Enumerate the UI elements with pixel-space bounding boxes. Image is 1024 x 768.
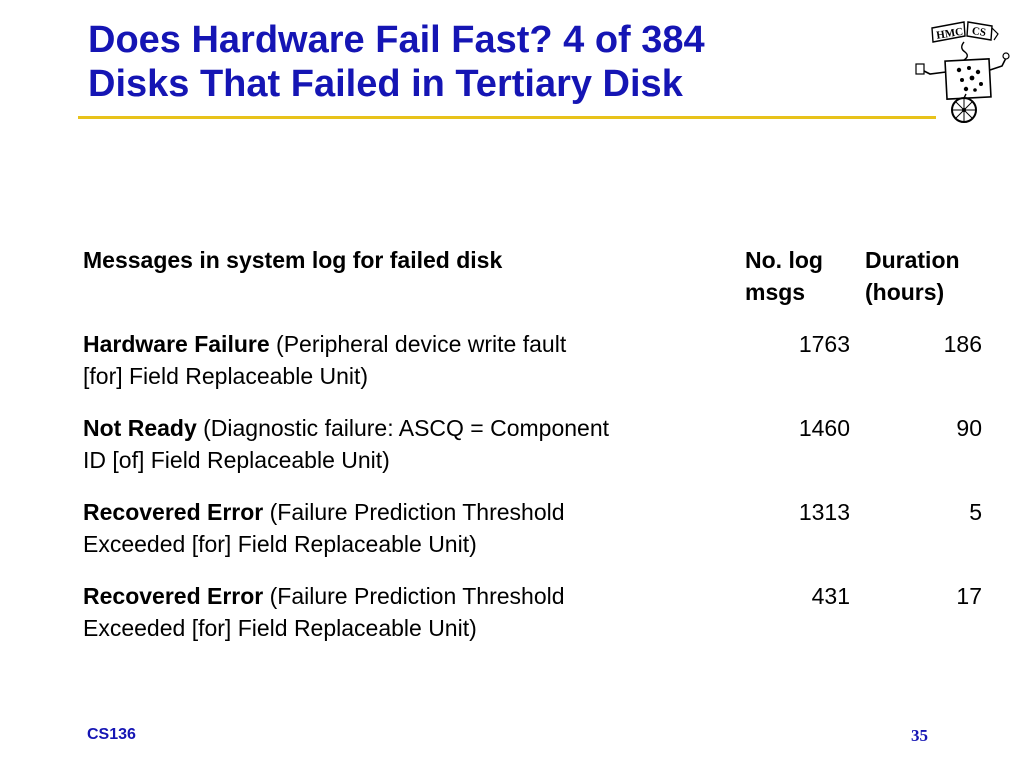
row-message: Recovered Error (Failure Prediction Thre… — [83, 580, 743, 644]
row-message-line-1: Recovered Error (Failure Prediction Thre… — [83, 580, 743, 612]
logo-sign-right-text: CS — [971, 25, 987, 39]
slide-title: Does Hardware Fail Fast? 4 of 384 Disks … — [88, 18, 888, 106]
row-message: Recovered Error (Failure Prediction Thre… — [83, 496, 743, 560]
row-message-type: Recovered Error — [83, 499, 264, 525]
title-line-1: Does Hardware Fail Fast? 4 of 384 — [88, 19, 705, 61]
row-duration: 90 — [956, 415, 982, 441]
row-duration: 5 — [969, 499, 982, 525]
slide: Does Hardware Fail Fast? 4 of 384 Disks … — [0, 0, 1024, 768]
header-message: Messages in system log for failed disk — [83, 247, 503, 273]
header-dur-line-2: (hours) — [865, 279, 945, 305]
footer-page-number: 35 — [911, 726, 928, 745]
row-message-line-2: Exceeded [for] Field Replaceable Unit) — [83, 615, 477, 641]
failure-log-table: Messages in system log for failed disk N… — [83, 244, 983, 664]
hmc-cs-logo: HMC CS — [915, 21, 1010, 123]
row-message-type: Not Ready — [83, 415, 197, 441]
row-message-line-1: Hardware Failure (Peripheral device writ… — [83, 328, 743, 360]
footer-course-label: CS136 — [87, 726, 136, 743]
table-row: Recovered Error (Failure Prediction Thre… — [83, 496, 983, 580]
row-num-msgs: 1763 — [798, 331, 850, 357]
row-duration: 186 — [943, 331, 982, 357]
row-message-line-2: Exceeded [for] Field Replaceable Unit) — [83, 531, 477, 557]
row-message-detail: (Diagnostic failure: ASCQ = Component — [196, 415, 610, 441]
title-line-2: Disks That Failed in Tertiary Disk — [88, 63, 683, 105]
logo-sign-left: HMC — [931, 21, 966, 43]
row-message-detail: (Failure Prediction Threshold — [263, 499, 565, 525]
row-duration: 17 — [956, 583, 982, 609]
logo-sign-right: CS — [966, 21, 999, 41]
row-num-msgs: 1460 — [798, 415, 850, 441]
row-message-type: Recovered Error — [83, 583, 264, 609]
row-message-line-2: ID [of] Field Replaceable Unit) — [83, 447, 390, 473]
table-header-row: Messages in system log for failed disk N… — [83, 244, 983, 308]
row-message-detail: (Failure Prediction Threshold — [263, 583, 565, 609]
row-message-type: Hardware Failure — [83, 331, 270, 357]
title-divider — [78, 116, 936, 119]
row-message: Not Ready (Diagnostic failure: ASCQ = Co… — [83, 412, 743, 476]
row-message-line-2: [for] Field Replaceable Unit) — [83, 363, 369, 389]
table-row: Hardware Failure (Peripheral device writ… — [83, 328, 983, 412]
header-num-line-1: No. log — [745, 247, 823, 273]
header-duration: Duration (hours) — [865, 244, 985, 308]
table-row: Not Ready (Diagnostic failure: ASCQ = Co… — [83, 412, 983, 496]
header-num-log-msgs: No. log msgs — [745, 244, 855, 308]
header-num-line-2: msgs — [745, 279, 806, 305]
row-message-line-1: Recovered Error (Failure Prediction Thre… — [83, 496, 743, 528]
header-dur-line-1: Duration — [865, 247, 960, 273]
row-message-detail: (Peripheral device write fault — [269, 331, 567, 357]
logo-robot-body — [944, 58, 992, 100]
row-num-msgs: 1313 — [798, 499, 850, 525]
row-message-line-1: Not Ready (Diagnostic failure: ASCQ = Co… — [83, 412, 743, 444]
row-message: Hardware Failure (Peripheral device writ… — [83, 328, 743, 392]
row-num-msgs: 431 — [811, 583, 850, 609]
table-row: Recovered Error (Failure Prediction Thre… — [83, 580, 983, 664]
